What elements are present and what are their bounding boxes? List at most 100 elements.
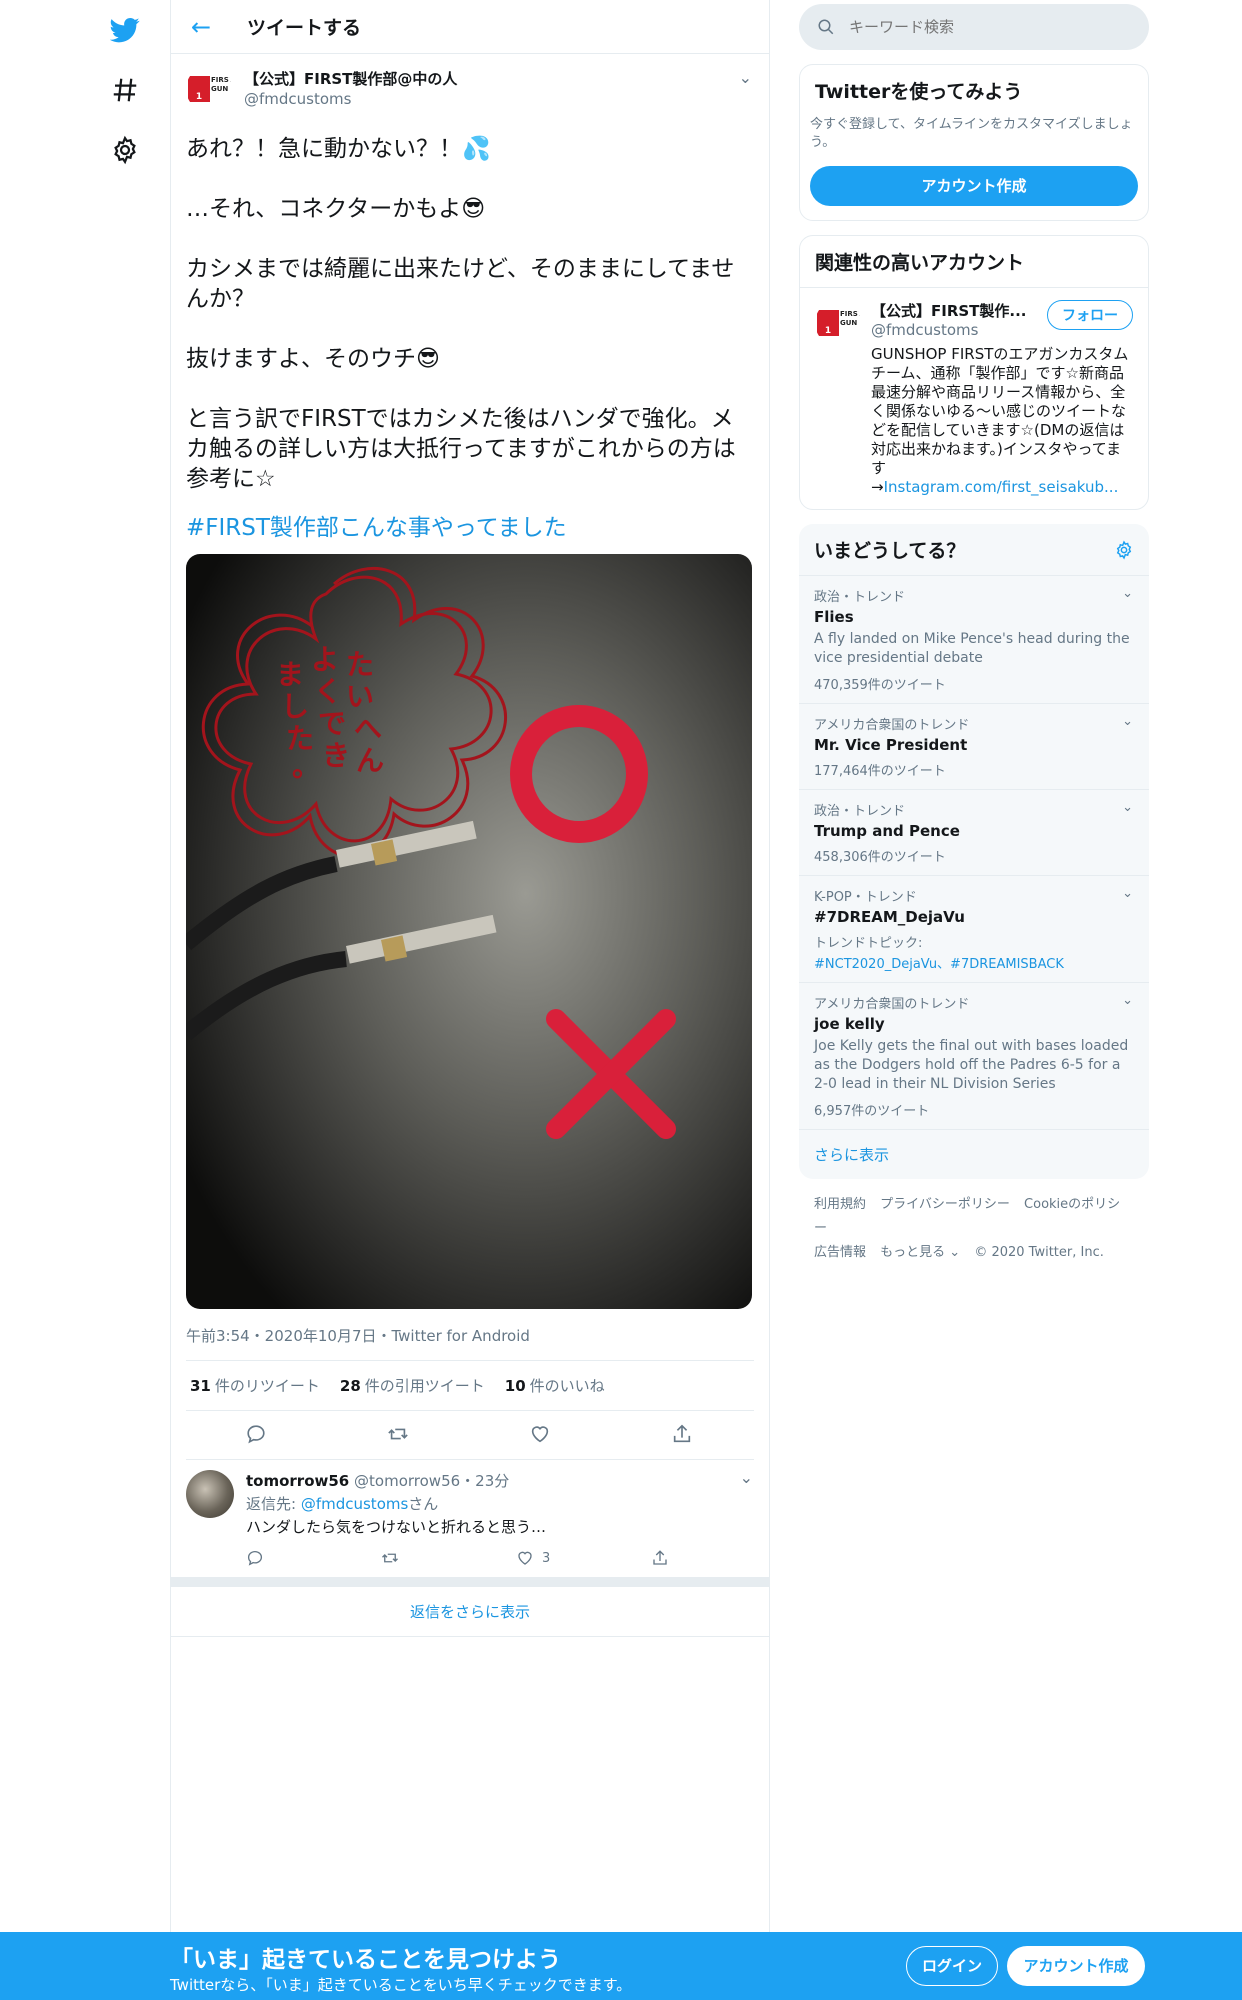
tweet: 1 FIRST GUN 【公式】FIRST製作部@中の人 @fmdcustoms … xyxy=(171,54,769,1460)
show-more-trends-link[interactable]: さらに表示 xyxy=(799,1130,1149,1179)
tweet-header: 1 FIRST GUN 【公式】FIRST製作部@中の人 @fmdcustoms … xyxy=(186,66,754,112)
chevron-down-icon[interactable]: ⌄ xyxy=(739,68,752,87)
twitter-logo-icon[interactable] xyxy=(95,0,155,60)
reply-text: ハンダしたら気をつけないと折れると思う… xyxy=(246,1518,547,1536)
reply-to: 返信先: @fmdcustomsさん xyxy=(246,1495,439,1513)
app: ← ツイートする 1 FIRST GUN 【公式】FIRST製作部@中の人 @fm… xyxy=(0,0,1242,2000)
bottom-signup-bar: 「いま」起きていることを見つけよう Twitterなら、「いま」起きていることを… xyxy=(0,1932,1242,2000)
chevron-down-icon[interactable]: ⌄ xyxy=(1122,586,1133,601)
avatar[interactable]: 1 FIRST GUN xyxy=(186,66,232,112)
trends-title: いまどうしてる？ xyxy=(814,540,966,562)
reply-author-name[interactable]: tomorrow56 xyxy=(246,1472,349,1490)
share-icon[interactable] xyxy=(671,1423,695,1447)
signup-button[interactable]: アカウント作成 xyxy=(1007,1946,1145,1986)
svg-text:。: 。 xyxy=(292,750,320,783)
create-account-button[interactable]: アカウント作成 xyxy=(810,166,1138,206)
svg-text:で: で xyxy=(318,707,346,740)
hashtag-icon[interactable] xyxy=(95,60,155,120)
hashtag-link[interactable]: #FIRST製作部こんな事やってました xyxy=(186,508,754,542)
reply-body: tomorrow56 @tomorrow56・23分 返信先: @fmdcust… xyxy=(246,1470,786,1567)
author-name[interactable]: 【公式】FIRST製作部@中の人 xyxy=(244,68,457,89)
tweet-text: あれ？！急に動かない？！💦 …それ、コネクターかもよ😎 カシメまでは綺麗に出来た… xyxy=(186,136,736,492)
retweet-icon[interactable] xyxy=(387,1423,411,1447)
back-arrow-icon[interactable]: ← xyxy=(191,13,231,41)
author-handle[interactable]: @fmdcustoms xyxy=(244,90,457,108)
retweet-count[interactable]: 31 件のリツイート xyxy=(190,1375,320,1396)
footer-links: 利用規約 プライバシーポリシー Cookieのポリシー 広告情報 もっと見る ⌄… xyxy=(799,1179,1149,1279)
trend-item[interactable]: アメリカ合衆国のトレンド Mr. Vice President 177,464件… xyxy=(799,704,1149,790)
svg-text:く: く xyxy=(314,675,342,708)
main-column: ← ツイートする 1 FIRST GUN 【公式】FIRST製作部@中の人 @fm… xyxy=(170,0,770,1934)
trend-item[interactable]: アメリカ合衆国のトレンド joe kelly Joe Kelly gets th… xyxy=(799,983,1149,1130)
reply-icon[interactable] xyxy=(246,1549,381,1567)
tweet-image[interactable]: たいへん よくでき ました。 xyxy=(186,554,752,1309)
chevron-down-icon[interactable]: ⌄ xyxy=(1122,993,1133,1008)
share-icon[interactable] xyxy=(651,1549,786,1567)
svg-text:よ: よ xyxy=(311,643,339,676)
gear-icon[interactable] xyxy=(1114,539,1134,560)
avatar[interactable]: 1 FIRST GUN xyxy=(815,300,861,346)
reply-author-handle: @tomorrow56・23分 xyxy=(354,1472,510,1490)
reply-like-count: 3 xyxy=(542,1550,551,1566)
related-account[interactable]: 1 FIRST GUN 【公式】FIRST製作... @fmdcustoms フォ… xyxy=(800,287,1148,509)
page-title: ツイートする xyxy=(247,17,362,39)
like-count[interactable]: 10 件のいいね xyxy=(505,1375,605,1396)
reply-icon[interactable] xyxy=(245,1423,269,1447)
instagram-link[interactable]: Instagram.com/first_seisakub... xyxy=(884,478,1119,496)
tweet-timestamp: 午前3:54・2020年10月7日・Twitter for Android xyxy=(186,1325,754,1361)
trend-topics-link[interactable]: #NCT2020_DejaVu、#7DREAMISBACK xyxy=(814,953,1134,972)
heart-icon[interactable]: 3 xyxy=(516,1549,651,1567)
trends-card: いまどうしてる？ 政治・トレンド Flies A fly landed on M… xyxy=(799,524,1149,1179)
first-gun-logo: 1 FIRST GUN xyxy=(188,76,232,102)
first-gun-logo: 1 FIRST GUN xyxy=(817,310,861,336)
trend-item[interactable]: 政治・トレンド Trump and Pence 458,306件のツイート ⌄ xyxy=(799,790,1149,876)
avatar[interactable] xyxy=(186,1470,234,1518)
related-name[interactable]: 【公式】FIRST製作... xyxy=(871,300,1027,321)
privacy-link[interactable]: プライバシーポリシー xyxy=(880,1197,1010,1212)
reply-actions: 3 xyxy=(246,1549,786,1567)
follow-button[interactable]: フォロー xyxy=(1047,300,1133,330)
tweet-stats: 31 件のリツイート 28 件の引用ツイート 10 件のいいね xyxy=(186,1361,754,1411)
login-button[interactable]: ログイン xyxy=(906,1946,998,1986)
author-block: 【公式】FIRST製作部@中の人 @fmdcustoms xyxy=(244,66,457,108)
svg-text:た: た xyxy=(346,648,374,681)
svg-text:へ: へ xyxy=(354,712,382,745)
quote-count[interactable]: 28 件の引用ツイート xyxy=(340,1375,485,1396)
trend-item[interactable]: K-POP・トレンド #7DREAM_DejaVu トレンドトピック: #NCT… xyxy=(799,876,1149,983)
right-column: Twitterを使ってみよう 今すぐ登録して、タイムラインをカスタマイズしましょ… xyxy=(799,4,1149,1279)
svg-text:し: し xyxy=(281,690,309,723)
related-handle: @fmdcustoms xyxy=(871,321,979,339)
terms-link[interactable]: 利用規約 xyxy=(814,1197,866,1212)
search-icon xyxy=(818,19,834,35)
reply-tweet[interactable]: tomorrow56 @tomorrow56・23分 返信先: @fmdcust… xyxy=(171,1460,769,1587)
chevron-down-icon[interactable]: ⌄ xyxy=(1122,800,1133,815)
gear-icon[interactable] xyxy=(95,120,155,180)
retweet-icon[interactable] xyxy=(381,1549,516,1567)
search-input[interactable] xyxy=(849,18,1099,36)
svg-text:ま: ま xyxy=(276,658,304,691)
svg-text:い: い xyxy=(346,680,374,713)
svg-text:ん: ん xyxy=(356,744,384,777)
more-link[interactable]: もっと見る ⌄ xyxy=(880,1245,960,1260)
reply-to-link[interactable]: @fmdcustoms xyxy=(301,1495,408,1513)
chevron-down-icon[interactable]: ⌄ xyxy=(740,1468,753,1487)
signup-desc: 今すぐ登録して、タイムラインをカスタマイズしましょう。 xyxy=(810,117,1133,150)
main-header: ← ツイートする xyxy=(171,0,769,54)
copyright: © 2020 Twitter, Inc. xyxy=(974,1245,1104,1260)
related-title: 関連性の高いアカウント xyxy=(815,252,1025,274)
related-bio: GUNSHOP FIRSTのエアガンカスタムチーム、通称「製作部」です☆新商品最… xyxy=(871,345,1129,496)
ads-link[interactable]: 広告情報 xyxy=(814,1245,866,1260)
signup-card: Twitterを使ってみよう 今すぐ登録して、タイムラインをカスタマイズしましょ… xyxy=(799,64,1149,221)
bottom-bar-title: 「いま」起きていることを見つけよう xyxy=(170,1947,561,1973)
signup-title: Twitterを使ってみよう xyxy=(815,81,1023,103)
chevron-down-icon[interactable]: ⌄ xyxy=(1122,886,1133,901)
tweet-actions xyxy=(186,1411,754,1460)
trend-item[interactable]: 政治・トレンド Flies A fly landed on Mike Pence… xyxy=(799,576,1149,704)
search-box[interactable] xyxy=(799,4,1149,50)
bottom-bar-subtitle: Twitterなら、「いま」起きていることをいち早くチェックできます。 xyxy=(170,1976,632,1994)
chevron-down-icon[interactable]: ⌄ xyxy=(1122,714,1133,729)
show-more-replies-button[interactable]: 返信をさらに表示 xyxy=(171,1587,769,1637)
related-accounts-card: 関連性の高いアカウント 1 FIRST GUN 【公式】FIRST製作... @f… xyxy=(799,235,1149,510)
heart-icon[interactable] xyxy=(529,1423,553,1447)
left-nav xyxy=(95,0,155,180)
